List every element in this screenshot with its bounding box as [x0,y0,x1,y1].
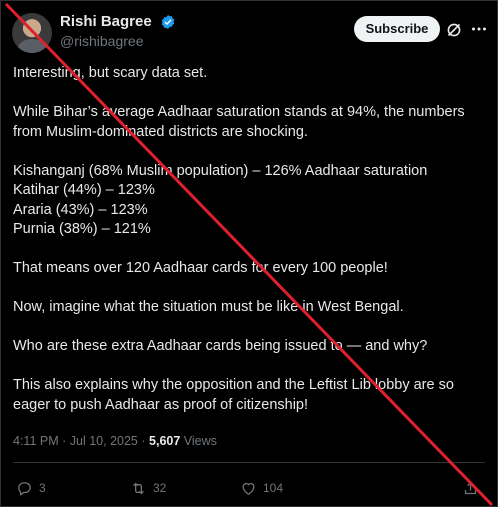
more-icon[interactable] [470,20,488,38]
tweet-paragraph: Purnia (38%) – 121% [13,221,151,237]
grok-icon[interactable] [446,22,462,38]
tweet-paragraph: Kishanganj (68% Muslim population) – 126… [13,162,428,179]
tweet-meta: 4:11 PM · Jul 10, 2025 · 5,607 Views [13,434,217,448]
meta-separator: · [62,434,67,448]
tweet-paragraph: Katihar (44%) – 123% [13,182,155,198]
tweet-time[interactable]: 4:11 PM [13,434,59,448]
verified-badge-icon [161,15,175,29]
repost-button[interactable]: 32 [130,480,166,496]
reply-count: 3 [39,481,46,495]
tweet-paragraph: Now, imagine what the situation must be … [13,299,404,315]
views-count: 5,607 [149,434,181,448]
handle[interactable]: @rishibagree [60,33,143,49]
repost-icon [133,482,144,494]
tweet-paragraph: Araria (43%) – 123% [13,201,148,218]
tweet-date[interactable]: Jul 10, 2025 [70,434,138,448]
tweet-paragraph: While Bihar’s average Aadhaar saturation… [13,104,465,140]
tweet-text: Interesting, but scary data set. While B… [13,64,485,415]
tweet-paragraph: Interesting, but scary data set. [13,65,208,81]
repost-count: 32 [153,481,167,495]
divider [13,462,485,463]
reply-button[interactable]: 3 [16,480,46,496]
share-icon [464,481,477,494]
like-icon [242,482,255,495]
views-label: Views [183,434,217,448]
share-button[interactable] [462,480,479,496]
tweet-paragraph: Who are these extra Aadhaar cards being … [13,338,428,354]
subscribe-button[interactable]: Subscribe [354,16,440,42]
avatar[interactable] [12,13,52,53]
like-count: 104 [263,481,284,495]
meta-separator: · [141,434,146,448]
tweet-paragraph: That means over 120 Aadhaar cards for ev… [13,260,388,276]
reply-icon [18,481,31,496]
display-name[interactable]: Rishi Bagree [60,13,152,30]
tweet-paragraph: This also explains why the opposition an… [13,377,454,413]
like-button[interactable]: 104 [240,480,283,496]
